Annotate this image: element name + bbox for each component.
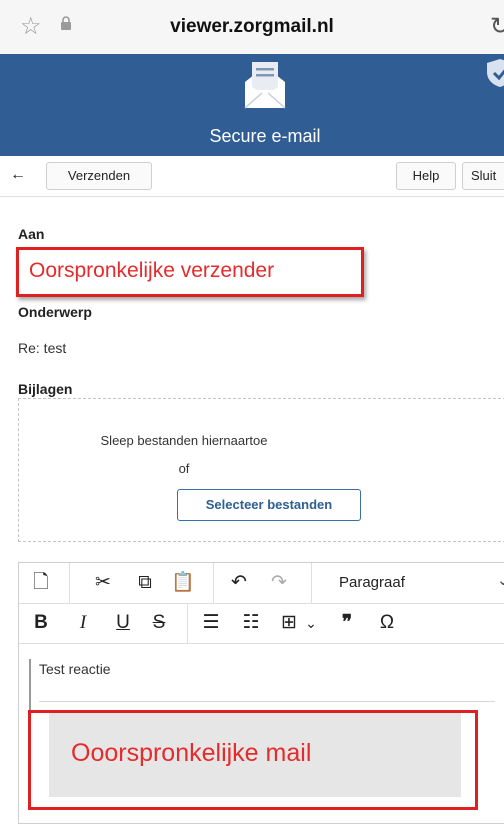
mail-icon <box>244 62 286 109</box>
editor-body-text[interactable]: Test reactie <box>39 661 111 677</box>
reload-icon[interactable]: ↻ <box>490 12 504 41</box>
drop-instruction: Sleep bestanden hiernaartoe <box>100 433 268 448</box>
or-text: of <box>178 461 190 476</box>
italic-icon[interactable]: I <box>71 611 95 635</box>
cut-icon[interactable]: ✂ <box>91 571 115 595</box>
editor-toolbar-row-2: B I U S ☰ ☷ ⊞ ⌄ ❞ Ω <box>19 603 504 644</box>
back-button[interactable]: ← <box>2 162 34 188</box>
shield-icon <box>487 59 504 87</box>
subject-label: Onderwerp <box>18 304 92 320</box>
help-button[interactable]: Help <box>396 162 456 190</box>
annotation-box <box>28 710 478 810</box>
quote-icon[interactable]: ❞ <box>335 611 359 635</box>
url-text[interactable]: viewer.zorgmail.nl <box>0 16 504 38</box>
to-label: Aan <box>18 226 45 242</box>
select-files-button[interactable]: Selecteer bestanden <box>177 489 361 521</box>
paste-icon[interactable]: 📋 <box>171 571 195 595</box>
editor-toolbar-row-1: 🗋 ✂ ⧉ 📋 ↶ ↷ Paragraaf ⌄ <box>19 563 504 604</box>
omega-icon[interactable]: Ω <box>375 611 399 635</box>
bold-icon[interactable]: B <box>29 611 53 635</box>
compose-toolbar: ← Verzenden Help Sluit <box>0 156 504 197</box>
new-doc-icon[interactable]: 🗋 <box>29 571 53 595</box>
to-value: Oorspronkelijke verzender <box>29 259 275 282</box>
underline-icon[interactable]: U <box>111 611 135 635</box>
page-title: Secure e-mail <box>209 126 321 146</box>
header-banner: Secure e-mail <box>0 54 504 156</box>
chevron-down-icon[interactable]: ⌄ <box>497 571 504 589</box>
close-button[interactable]: Sluit <box>462 162 504 190</box>
browser-address-bar: ☆ viewer.zorgmail.nl ↻ <box>0 0 504 55</box>
quote-divider <box>39 701 495 702</box>
undo-icon[interactable]: ↶ <box>227 571 251 595</box>
copy-icon[interactable]: ⧉ <box>133 571 157 595</box>
attachment-dropzone[interactable]: Sleep bestanden hiernaartoe of Selecteer… <box>18 398 504 542</box>
strikethrough-icon[interactable]: S <box>147 611 171 635</box>
to-field[interactable]: Oorspronkelijke verzender <box>16 247 364 297</box>
numbered-list-icon[interactable]: ☷ <box>239 611 263 635</box>
attachments-label: Bijlagen <box>18 381 73 397</box>
table-icon[interactable]: ⊞ <box>277 611 301 635</box>
send-button[interactable]: Verzenden <box>46 162 152 190</box>
bullet-list-icon[interactable]: ☰ <box>199 611 223 635</box>
redo-icon[interactable]: ↷ <box>267 571 291 595</box>
paragraph-format-select[interactable]: Paragraaf <box>339 574 405 591</box>
subject-field[interactable]: Re: test <box>18 340 66 356</box>
table-chevron-icon[interactable]: ⌄ <box>299 611 323 635</box>
